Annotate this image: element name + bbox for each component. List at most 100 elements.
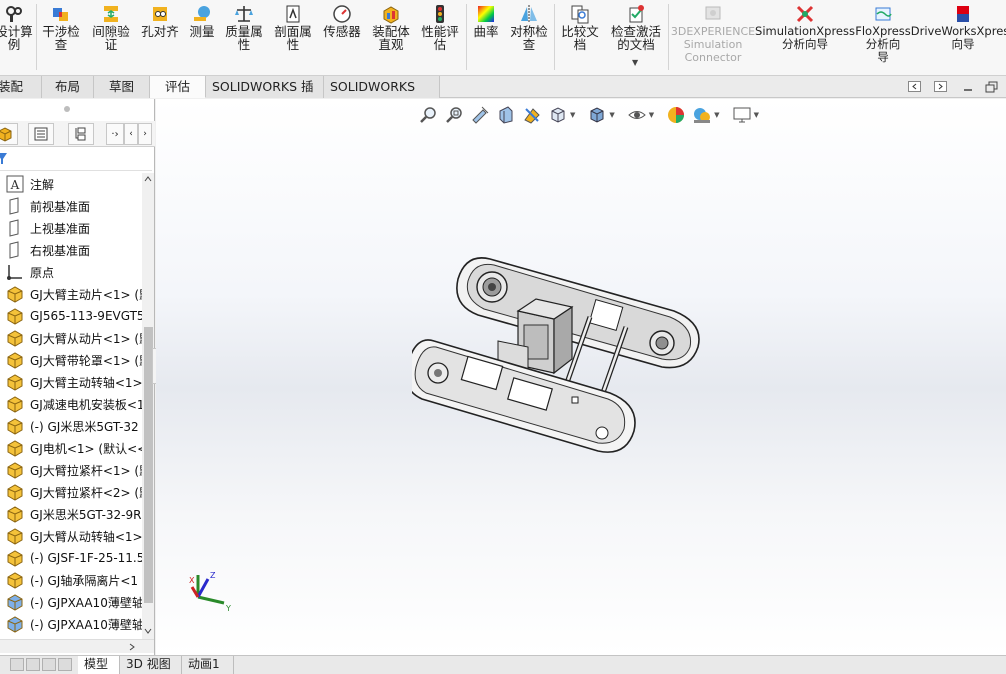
- chevron-right-icon[interactable]: [128, 643, 136, 651]
- tree-horizontal-scrollbar[interactable]: [0, 639, 154, 653]
- tree-item-component[interactable]: (-) GJPXAA10薄壁轴: [6, 613, 142, 635]
- zoom-to-area-icon[interactable]: [444, 105, 464, 125]
- tab-model[interactable]: 模型: [78, 656, 120, 674]
- tree-item-annotations[interactable]: A 注解: [6, 173, 54, 195]
- compare-documents-button[interactable]: 比较文 档: [558, 4, 602, 51]
- ribbon-label: 传感器: [323, 24, 361, 39]
- tree-item-component[interactable]: (-) GJPXAA10薄壁轴: [6, 591, 142, 613]
- previous-view-icon[interactable]: [470, 105, 490, 125]
- tab-scroll-left[interactable]: ‹: [124, 123, 138, 145]
- tree-item-component[interactable]: GJ大臂拉紧杆<1> (默: [6, 459, 142, 481]
- tab-solidworks-addins[interactable]: SOLIDWORKS 插件: [206, 76, 324, 115]
- display-style-icon[interactable]: [587, 105, 607, 125]
- hide-show-items-icon[interactable]: [627, 105, 647, 125]
- ribbon-separator: [466, 4, 467, 70]
- featuremanager-tab[interactable]: [0, 123, 18, 145]
- tree-item-component[interactable]: GJ大臂主动转轴<1>: [6, 371, 142, 393]
- check-active-document-button[interactable]: 检查激活 的文档: [606, 4, 666, 51]
- tab-motion-study[interactable]: 动画1: [182, 656, 234, 674]
- assembly-visualization-button[interactable]: 装配体 直观: [370, 4, 412, 51]
- filter-icon[interactable]: [0, 151, 11, 167]
- more-tabs-button[interactable]: ·›: [106, 123, 124, 145]
- tree-item-front-plane[interactable]: 前视基准面: [6, 195, 90, 217]
- part-icon: [7, 484, 23, 501]
- panel-grip-icon[interactable]: [62, 104, 72, 114]
- dynamic-annotation-icon[interactable]: [522, 105, 542, 125]
- tab-3d-views[interactable]: 3D 视图: [120, 656, 182, 674]
- previous-tab-icon[interactable]: [26, 658, 40, 671]
- tab-sketch[interactable]: 草图: [94, 76, 150, 98]
- symmetry-check-button[interactable]: 对称检 查: [506, 4, 552, 51]
- interference-detection-button[interactable]: 干涉检 查: [40, 4, 82, 51]
- tree-item-component[interactable]: GJ大臂从动转轴<1>: [6, 525, 142, 547]
- tree-item-right-plane[interactable]: 右视基准面: [6, 239, 90, 261]
- simulationxpress-button[interactable]: SimulationXpress 分析向导: [755, 4, 855, 51]
- zoom-to-fit-icon[interactable]: [418, 105, 438, 125]
- 3dexperience-simulation-connector-button[interactable]: 3DEXPERIENCE Simulation Connector: [671, 4, 755, 64]
- next-tab-icon[interactable]: [42, 658, 56, 671]
- clearance-verification-button[interactable]: 间隙验 证: [90, 4, 132, 51]
- curvature-button[interactable]: 曲率: [470, 4, 502, 38]
- section-view-icon[interactable]: [496, 105, 516, 125]
- tree-item-component[interactable]: GJ大臂拉紧杆<2> (默: [6, 481, 142, 503]
- tree-item-component[interactable]: GJ565-113-9EVGT5: [6, 305, 142, 327]
- tree-item-component[interactable]: (-) GJSF-1F-25-11.5: [6, 547, 142, 569]
- propertymanager-tab[interactable]: [28, 123, 54, 145]
- tree-item-component[interactable]: GJ减速电机安装板<1: [6, 393, 142, 415]
- floxpress-button[interactable]: FloXpress 分析向 导: [854, 4, 912, 64]
- part-icon: [7, 550, 23, 567]
- tree-vertical-scrollbar[interactable]: [142, 173, 154, 639]
- next-tab-icon[interactable]: [934, 81, 948, 93]
- hole-alignment-button[interactable]: 孔对齐: [138, 4, 182, 38]
- previous-tab-icon[interactable]: [908, 81, 922, 93]
- tree-item-component[interactable]: (-) GJ米思米5GT-32: [6, 415, 139, 437]
- tree-item-component[interactable]: GJ大臂主动片<1> (默: [6, 283, 142, 305]
- tree-item-component[interactable]: GJ米思米5GT-32-9Ri: [6, 503, 142, 525]
- view-settings-icon[interactable]: [732, 105, 752, 125]
- sensor-button[interactable]: 传感器: [320, 4, 364, 38]
- chevron-down-icon[interactable]: ▼: [714, 111, 719, 119]
- tree-item-top-plane[interactable]: 上视基准面: [6, 217, 90, 239]
- minimize-icon[interactable]: [962, 81, 974, 93]
- assembly-3d-model[interactable]: [412, 247, 712, 467]
- tab-scroll-right[interactable]: ›: [138, 123, 152, 145]
- tab-solidworks-mbd[interactable]: SOLIDWORKS MBD: [324, 76, 440, 115]
- plane-icon: [9, 197, 19, 215]
- tab-layout[interactable]: 布局: [42, 76, 94, 98]
- chevron-down-icon[interactable]: ▼: [649, 111, 654, 119]
- view-orientation-icon[interactable]: [548, 105, 568, 125]
- tree-item-component[interactable]: (-) GJ轴承隔离片<1: [6, 569, 138, 591]
- tab-assembly[interactable]: 装配体: [0, 76, 42, 115]
- mass-properties-button[interactable]: 质量属 性: [222, 4, 266, 51]
- chevron-down-icon[interactable]: ▼: [754, 111, 759, 119]
- filter-bar[interactable]: [0, 147, 152, 171]
- configurationmanager-tab[interactable]: [68, 123, 94, 145]
- tree-item-component[interactable]: GJ电机<1> (默认<<: [6, 437, 142, 459]
- restore-icon[interactable]: [985, 81, 999, 93]
- ribbon-label: 孔对齐: [141, 24, 179, 39]
- chevron-down-icon[interactable]: ▼: [632, 58, 638, 67]
- driveworksxpress-button[interactable]: DriveWorksXpress 向导: [910, 4, 1006, 51]
- edit-appearance-icon[interactable]: [666, 105, 686, 125]
- panel-tabs: ·› ‹ ›: [0, 121, 155, 147]
- symmetry-icon: [521, 5, 537, 23]
- tree-item-component[interactable]: GJ大臂带轮罩<1> (默: [6, 349, 142, 371]
- section-properties-button[interactable]: 剖面属 性: [272, 4, 314, 51]
- tree-item-component[interactable]: GJ大臂从动片<1> (默: [6, 327, 142, 349]
- triad-z-label: Z: [210, 571, 216, 580]
- tree-item-origin[interactable]: 原点: [6, 261, 54, 283]
- measure-button[interactable]: 测量: [186, 4, 218, 38]
- part-icon: [7, 440, 23, 457]
- first-tab-icon[interactable]: [10, 658, 24, 671]
- graphics-viewport[interactable]: ▼ ▼ ▼ ▼ ▼ Z Y X: [156, 99, 1006, 655]
- chevron-up-icon[interactable]: [144, 175, 152, 183]
- chevron-down-icon[interactable]: ▼: [609, 111, 614, 119]
- ribbon-label: DriveWorksXpress 向导: [910, 24, 1006, 51]
- tab-evaluate[interactable]: 评估: [150, 76, 206, 98]
- apply-scene-icon[interactable]: [692, 105, 712, 125]
- last-tab-icon[interactable]: [58, 658, 72, 671]
- chevron-down-icon[interactable]: ▼: [570, 111, 575, 119]
- performance-evaluation-button[interactable]: 性能评 估: [418, 4, 462, 51]
- design-study-button[interactable]: 设计算 例: [0, 4, 34, 51]
- chevron-down-icon[interactable]: [144, 627, 152, 635]
